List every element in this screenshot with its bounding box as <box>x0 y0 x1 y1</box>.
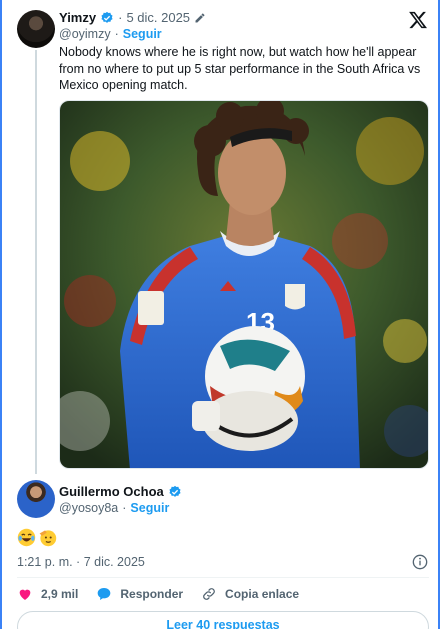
like-count: 2,9 mil <box>41 587 79 601</box>
author-name[interactable]: Yimzy <box>59 10 96 25</box>
thread-line <box>35 50 37 474</box>
edit-pencil-icon <box>195 12 205 22</box>
info-icon[interactable] <box>412 554 428 570</box>
reply-handle-row: @yosoy8a · Seguir <box>59 501 169 515</box>
laughing-tears-emoji-icon <box>17 528 36 547</box>
federation-crest <box>285 284 305 310</box>
link-icon[interactable] <box>201 586 217 602</box>
separator-dot: · <box>114 27 119 41</box>
goalkeeper-photo-illustration: 13 <box>60 101 428 468</box>
ochoa-avatar[interactable] <box>17 480 55 518</box>
reply-bubble-icon[interactable] <box>96 586 112 602</box>
tweet-date[interactable]: 5 dic. 2025 <box>126 10 190 25</box>
reply-label: Responder <box>120 587 184 601</box>
tweet-text: Nobody knows where he is right now, but … <box>59 45 421 92</box>
separator-dot: · <box>122 501 127 515</box>
separator-dot: · <box>118 10 123 25</box>
read-replies-button[interactable]: Leer 40 respuestas <box>17 611 429 629</box>
copy-link-action[interactable]: Copia enlace <box>201 586 299 602</box>
divider <box>17 577 429 578</box>
yimzy-avatar[interactable] <box>17 10 55 48</box>
reply-header: Guillermo Ochoa <box>59 484 182 499</box>
reply-author-handle[interactable]: @yosoy8a <box>59 501 118 515</box>
tweet-header: Yimzy · 5 dic. 2025 <box>59 10 206 25</box>
reply-action[interactable]: Responder <box>96 586 183 602</box>
verified-badge-icon <box>169 485 181 497</box>
verified-badge-icon <box>101 11 113 23</box>
follow-button[interactable]: Seguir <box>123 27 162 41</box>
copy-link-label: Copia enlace <box>225 587 300 601</box>
handle-row: @oyimzy · Seguir <box>59 27 162 41</box>
heart-icon[interactable] <box>17 586 33 602</box>
action-bar: 2,9 mil Responder Copia enlace <box>17 586 317 602</box>
reply-author-name[interactable]: Guillermo Ochoa <box>59 484 164 499</box>
tweet-photo[interactable]: 13 <box>59 100 429 469</box>
reply-follow-button[interactable]: Seguir <box>130 501 169 515</box>
like-action[interactable]: 2,9 mil <box>17 586 78 602</box>
reply-text-emojis <box>17 528 57 547</box>
reply-timestamp[interactable]: 1:21 p. m. · 7 dic. 2025 <box>17 555 145 569</box>
saluting-face-emoji-icon <box>39 530 57 547</box>
author-handle[interactable]: @oyimzy <box>59 27 111 41</box>
x-logo-icon[interactable] <box>408 10 428 30</box>
world-cup-badge <box>138 291 164 325</box>
